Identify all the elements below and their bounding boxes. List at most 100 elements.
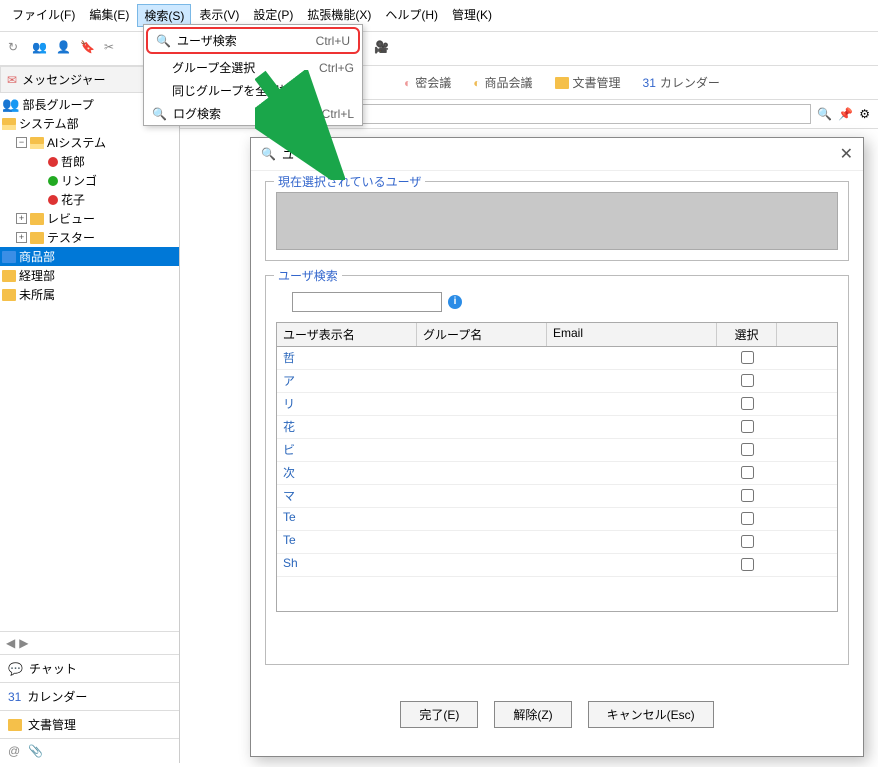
cell-group — [417, 347, 547, 369]
chat-section[interactable]: 💬チャット — [0, 654, 179, 682]
release-button[interactable]: 解除(Z) — [494, 701, 571, 728]
folder-icon — [2, 270, 16, 282]
close-icon[interactable]: ✕ — [840, 144, 853, 164]
legend: 現在選択されているユーザ — [274, 173, 425, 190]
menu-group-all[interactable]: グループ全選択 Ctrl+G — [144, 56, 362, 79]
table-row[interactable]: 花 — [277, 416, 837, 439]
menu-same-group-label: 同じグループを全選択 — [172, 82, 291, 99]
docs-section[interactable]: 文書管理 — [0, 710, 179, 738]
users-icon[interactable]: 👥 — [32, 40, 50, 58]
user-avatar-icon — [48, 157, 58, 167]
attach-icon[interactable]: 📎 — [28, 744, 43, 758]
menu-log-search[interactable]: 🔍 ログ検索 Ctrl+L — [144, 102, 362, 125]
select-checkbox[interactable] — [741, 535, 754, 548]
menu-file[interactable]: ファイル(F) — [6, 4, 81, 27]
cell-email — [547, 416, 717, 438]
legend: ユーザ検索 — [274, 267, 342, 284]
done-button[interactable]: 完了(E) — [400, 701, 478, 728]
select-checkbox[interactable] — [741, 512, 754, 525]
tree-user-ringo[interactable]: リンゴ — [0, 171, 179, 190]
messenger-label: メッセンジャー — [22, 71, 105, 88]
nav-left-icon[interactable]: ◀ — [6, 636, 15, 650]
info-icon[interactable]: i — [448, 295, 462, 309]
tab-docs[interactable]: 文書管理 — [549, 72, 627, 93]
tree-tester[interactable]: +テスター — [0, 228, 179, 247]
pin-icon[interactable]: 📌 — [838, 107, 853, 121]
user-icon[interactable]: 👤 — [56, 40, 74, 58]
table-row[interactable]: リ — [277, 393, 837, 416]
calendar-icon: 31 — [643, 76, 656, 90]
select-checkbox[interactable] — [741, 397, 754, 410]
select-checkbox[interactable] — [741, 489, 754, 502]
menu-user-search[interactable]: 🔍 ユーザ検索 Ctrl+U — [146, 27, 360, 54]
scissors-icon[interactable]: ✂ — [104, 40, 122, 58]
menubar[interactable]: ファイル(F) 編集(E) 検索(S) 表示(V) 設定(P) 拡張機能(X) … — [0, 0, 878, 32]
folder-icon — [2, 118, 16, 130]
tree-unassigned[interactable]: 未所属 — [0, 285, 179, 304]
pie-icon: ◐ — [473, 76, 480, 90]
calendar-section[interactable]: 31カレンダー — [0, 682, 179, 710]
cell-group — [417, 462, 547, 484]
menu-help[interactable]: ヘルプ(H) — [379, 4, 444, 27]
table-row[interactable]: Te — [277, 508, 837, 531]
menu-same-group[interactable]: 同じグループを全選択 — [144, 79, 362, 102]
tree-accounting[interactable]: 経理部 — [0, 266, 179, 285]
tree-label: 哲郎 — [61, 153, 85, 170]
tree-user-hanako[interactable]: 花子 — [0, 190, 179, 209]
dialog-buttons: 完了(E) 解除(Z) キャンセル(Esc) — [251, 689, 863, 740]
tab-secret[interactable]: ◐密会議 — [398, 72, 457, 93]
table-row[interactable]: Te — [277, 531, 837, 554]
tree-ai[interactable]: − AIシステム — [0, 133, 179, 152]
col-header-select[interactable]: 選択 — [717, 323, 777, 346]
tab-label: 密会議 — [415, 74, 451, 91]
cell-group — [417, 531, 547, 553]
col-header-name[interactable]: ユーザ表示名 — [277, 323, 417, 346]
menu-edit[interactable]: 編集(E) — [83, 4, 135, 27]
table-row[interactable]: Sh — [277, 554, 837, 577]
collapse-icon[interactable]: − — [16, 137, 27, 148]
col-header-group[interactable]: グループ名 — [417, 323, 547, 346]
expand-icon[interactable]: + — [16, 232, 27, 243]
tree-label: システム部 — [19, 115, 79, 132]
select-checkbox[interactable] — [741, 466, 754, 479]
table-row[interactable]: ビ — [277, 439, 837, 462]
cancel-button[interactable]: キャンセル(Esc) — [588, 701, 714, 728]
expand-icon[interactable]: + — [16, 213, 27, 224]
user-search-input[interactable] — [292, 292, 442, 312]
video-icon[interactable]: 🎥 — [374, 40, 392, 58]
user-table: ユーザ表示名 グループ名 Email 選択 哲アリ花ビ次マTeTeSh — [276, 322, 838, 612]
search-icon: 🔍 — [152, 107, 167, 121]
tab-label: 商品会議 — [485, 74, 533, 91]
gear-icon[interactable]: ⚙ — [859, 107, 870, 121]
table-row[interactable]: 哲 — [277, 347, 837, 370]
tree-label: AIシステム — [47, 134, 106, 151]
search-icon: 🔍 — [261, 147, 276, 161]
tree-products[interactable]: 商品部 — [0, 247, 179, 266]
select-checkbox[interactable] — [741, 351, 754, 364]
select-checkbox[interactable] — [741, 443, 754, 456]
menu-log-search-label: ログ検索 — [173, 105, 221, 122]
table-row[interactable]: マ — [277, 485, 837, 508]
toolbar: ↻ 👥 👤 🔖 ✂ 🎥 — [0, 32, 878, 66]
select-checkbox[interactable] — [741, 558, 754, 571]
mail-icon: ✉ — [7, 73, 17, 87]
menu-admin[interactable]: 管理(K) — [446, 4, 498, 27]
refresh-icon[interactable]: ↻ — [8, 40, 26, 58]
search-icon[interactable]: 🔍 — [817, 107, 832, 121]
select-checkbox[interactable] — [741, 420, 754, 433]
select-checkbox[interactable] — [741, 374, 754, 387]
nav-right-icon[interactable]: ▶ — [19, 636, 28, 650]
cell-select — [717, 370, 777, 392]
tag-icon[interactable]: 🔖 — [80, 40, 98, 58]
cell-select — [717, 485, 777, 507]
table-row[interactable]: ア — [277, 370, 837, 393]
table-row[interactable]: 次 — [277, 462, 837, 485]
tree-user-tetsuro[interactable]: 哲郎 — [0, 152, 179, 171]
tab-product[interactable]: ◐ 商品会議 — [467, 72, 538, 93]
tree-review[interactable]: +レビュー — [0, 209, 179, 228]
section-label: カレンダー — [27, 688, 87, 705]
col-header-email[interactable]: Email — [547, 323, 717, 346]
table-body[interactable]: 哲アリ花ビ次マTeTeSh — [277, 347, 837, 609]
at-icon[interactable]: @ — [8, 744, 20, 758]
tab-calendar[interactable]: 31カレンダー — [637, 72, 726, 93]
